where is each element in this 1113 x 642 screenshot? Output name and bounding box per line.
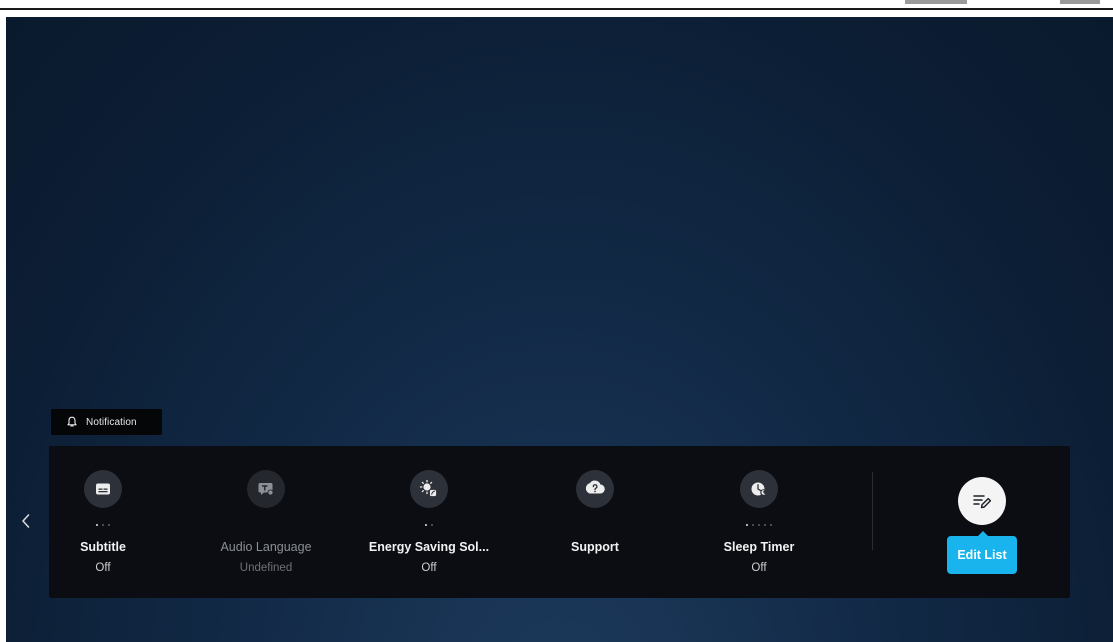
tile-name: Energy Saving Sol... bbox=[368, 540, 490, 554]
tile-subtitle[interactable]: Subtitle Off bbox=[28, 470, 178, 574]
page-dot bbox=[752, 524, 754, 526]
tile-value: Off bbox=[95, 562, 111, 574]
tile-name: Sleep Timer bbox=[723, 540, 795, 554]
subtitle-icon bbox=[84, 470, 122, 508]
support-page-dots bbox=[520, 520, 670, 530]
audio-language-page-dots bbox=[191, 520, 341, 530]
page-dot bbox=[764, 524, 766, 526]
edit-list-tooltip: Edit List bbox=[947, 531, 1017, 574]
top-rule bbox=[0, 8, 1113, 10]
support-icon bbox=[576, 470, 614, 508]
energy-saving-page-dots bbox=[354, 520, 504, 530]
page-dot bbox=[746, 524, 748, 526]
audio-language-icon bbox=[247, 470, 285, 508]
tile-value: Off bbox=[751, 562, 767, 574]
sleep-timer-icon bbox=[740, 470, 778, 508]
edit-list-button[interactable] bbox=[958, 477, 1006, 525]
tile-audio-language[interactable]: Audio Language Undefined bbox=[191, 470, 341, 574]
page-dot bbox=[425, 524, 427, 526]
tile-name: Subtitle bbox=[80, 540, 126, 554]
tile-sleep-timer[interactable]: Sleep Timer Off bbox=[684, 470, 834, 574]
page-dot bbox=[108, 524, 110, 526]
tile-value: Undefined bbox=[239, 562, 293, 574]
top-edge-mark-2 bbox=[1060, 0, 1100, 4]
subtitle-page-dots bbox=[28, 520, 178, 530]
edit-list-icon bbox=[973, 495, 992, 509]
bell-icon bbox=[67, 416, 77, 427]
page-dot bbox=[431, 524, 433, 526]
tile-support[interactable]: Support bbox=[520, 470, 670, 562]
top-edge-mark-1 bbox=[905, 0, 967, 4]
notification-button[interactable]: Notification bbox=[51, 409, 162, 435]
tile-value: Off bbox=[421, 562, 437, 574]
page-dot bbox=[758, 524, 760, 526]
tile-energy-saving[interactable]: Energy Saving Sol... Off bbox=[354, 470, 504, 574]
notification-label: Notification bbox=[86, 416, 137, 428]
sleep-timer-page-dots bbox=[684, 520, 834, 530]
panel-divider bbox=[872, 472, 873, 550]
page-dot bbox=[770, 524, 772, 526]
page-dot bbox=[102, 524, 104, 526]
tile-name: Support bbox=[571, 540, 619, 554]
energy-saving-icon bbox=[410, 470, 448, 508]
page-dot bbox=[96, 524, 98, 526]
tile-name: Audio Language bbox=[220, 540, 312, 554]
